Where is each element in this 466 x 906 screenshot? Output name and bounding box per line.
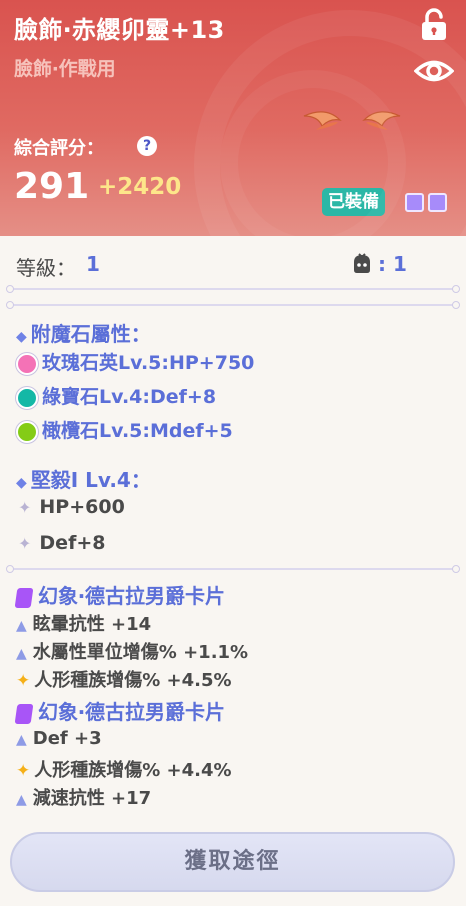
card-slot-indicator [405, 193, 424, 212]
card-stat: ✦ 人形種族增傷% +4.4% [16, 760, 232, 781]
score-value: 291 [14, 166, 90, 207]
enchant-gem-line: 橄欖石Lv.5:Mdef+5 [16, 416, 233, 443]
card-stat: ▲ Def +3 [16, 728, 102, 749]
item-details: 等級： 1 : 1 ◆ 附魔石屬性： 玫瑰石英Lv.5:HP+750 綠寶石Lv.… [0, 236, 466, 906]
item-preview-image [303, 111, 401, 130]
enchant-section-title: ◆ 附魔石屬性： [16, 322, 151, 346]
item-type: 臉飾‧作戰用 [14, 58, 116, 80]
unlock-icon[interactable] [420, 8, 448, 42]
acquire-source-button[interactable]: 獲取途徑 [10, 832, 455, 892]
card-slot-indicator [428, 193, 447, 212]
socket-count: : 1 [378, 252, 407, 276]
triangle-icon: ▲ [16, 618, 27, 634]
divider [6, 285, 460, 293]
help-icon[interactable]: ? [137, 136, 157, 156]
card-stat: ✦ 人形種族增傷% +4.5% [16, 670, 232, 691]
card-stat: ▲ 水屬性單位增傷% +1.1% [16, 642, 249, 663]
diamond-marker-icon: ◆ [16, 329, 27, 345]
triangle-icon: ▲ [16, 792, 27, 808]
emerald-gem-icon [16, 386, 38, 409]
skill-section-title: ◆ 堅毅I Lv.4： [16, 468, 151, 492]
skill-stat: ✦ HP+600 [18, 496, 125, 518]
star-icon: ✦ [16, 671, 31, 691]
card-title: 幻象‧德古拉男爵卡片 [14, 580, 225, 609]
triangle-icon: ▲ [16, 732, 27, 748]
diamond-marker-icon: ◆ [16, 475, 27, 491]
card-icon [14, 703, 34, 724]
card-icon [14, 587, 34, 608]
socket-icon [354, 253, 370, 273]
card-stat: ▲ 眩暈抗性 +14 [16, 614, 152, 635]
enchant-gem-line: 綠寶石Lv.4:Def+8 [16, 382, 216, 409]
divider [6, 565, 460, 573]
level-label: 等級： [16, 256, 76, 280]
level-value: 1 [86, 252, 100, 276]
triangle-icon: ▲ [16, 646, 27, 662]
divider [6, 301, 460, 309]
peridot-gem-icon [16, 420, 38, 443]
item-header: 臉飾‧赤纓卯靈+13 臉飾‧作戰用 綜合評分： ? 291 +2420 已裝備 [0, 0, 466, 236]
sparkle-icon: ✦ [18, 534, 32, 553]
card-title: 幻象‧德古拉男爵卡片 [14, 696, 225, 725]
skill-stat: ✦ Def+8 [18, 532, 106, 554]
star-icon: ✦ [16, 761, 31, 781]
equipped-badge: 已裝備 [322, 188, 385, 216]
sparkle-icon: ✦ [18, 498, 32, 517]
score-label: 綜合評分： [14, 138, 104, 159]
rose-quartz-gem-icon [16, 352, 38, 375]
item-name: 臉飾‧赤纓卯靈+13 [14, 16, 225, 44]
enchant-gem-line: 玫瑰石英Lv.5:HP+750 [16, 348, 254, 375]
eye-icon[interactable] [414, 56, 454, 86]
card-stat: ▲ 減速抗性 +17 [16, 788, 152, 809]
score-bonus: +2420 [98, 174, 182, 200]
